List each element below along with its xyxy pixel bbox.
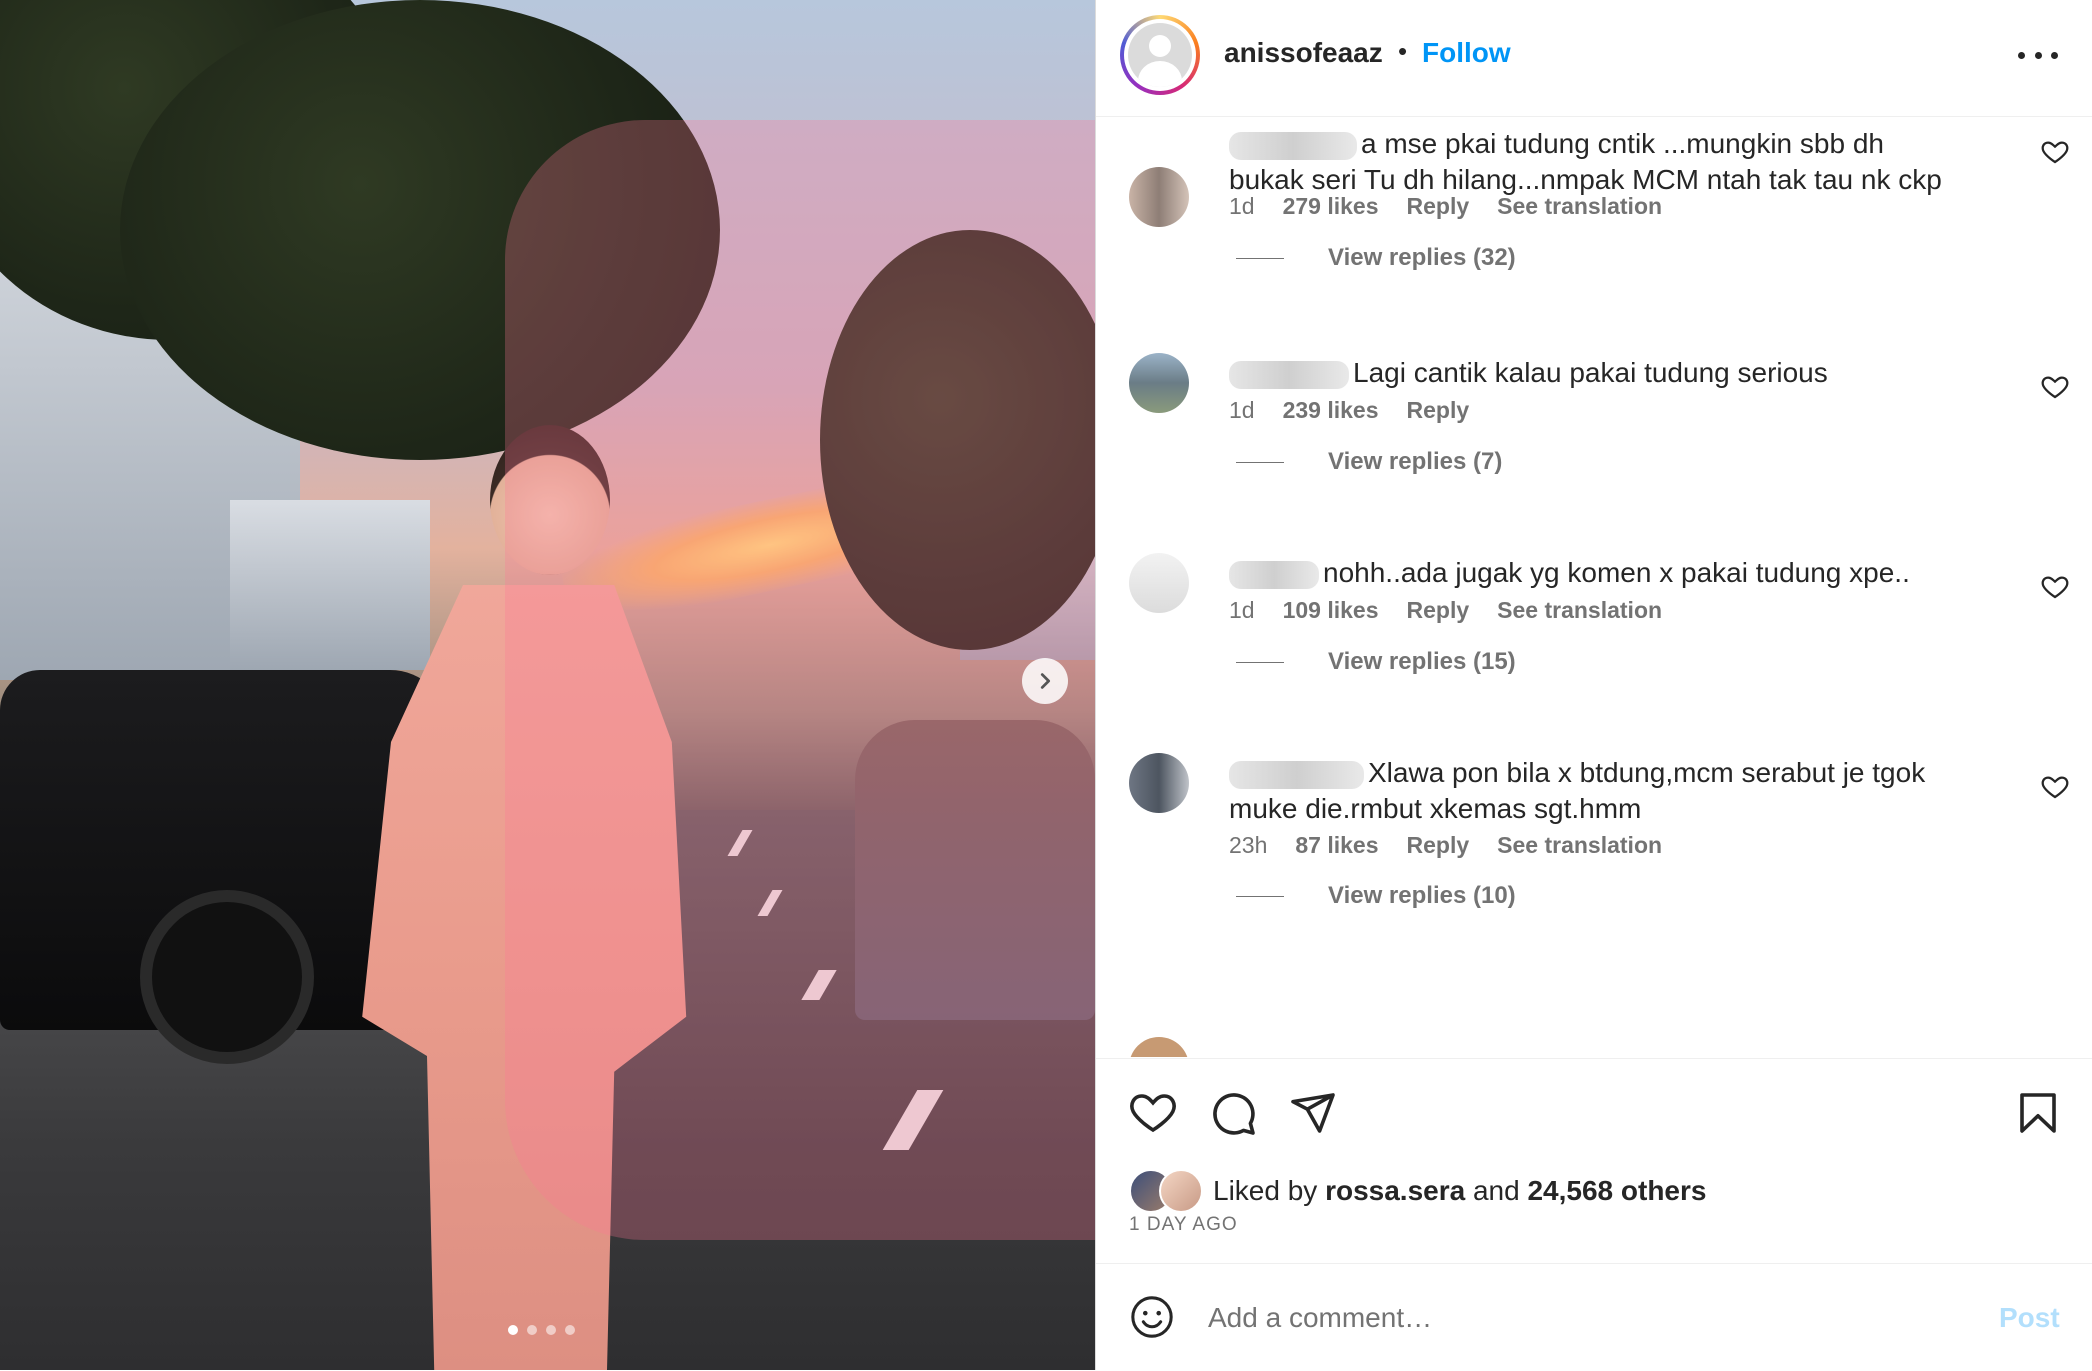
comment-likes[interactable]: 279 likes xyxy=(1283,193,1379,220)
commenter-avatar[interactable] xyxy=(1129,553,1189,613)
post-time-ago[interactable]: 1 DAY AGO xyxy=(1129,1214,1238,1236)
reply-line xyxy=(1236,257,1284,259)
people-group xyxy=(855,720,1095,1020)
woman-head xyxy=(490,425,610,575)
view-replies-button[interactable]: View replies (15) xyxy=(1236,648,1516,676)
comment-likes[interactable]: 87 likes xyxy=(1295,832,1378,859)
reply-button[interactable]: Reply xyxy=(1407,397,1470,424)
post-comment-button[interactable]: Post xyxy=(1999,1302,2060,1334)
comment-text: Lagi cantik kalau pakai tudung serious xyxy=(1229,355,2009,391)
liked-by-user[interactable]: rossa.sera xyxy=(1325,1175,1465,1207)
reply-button[interactable]: Reply xyxy=(1407,597,1470,624)
see-translation-button[interactable]: See translation xyxy=(1497,597,1662,624)
avatar-inner xyxy=(1124,19,1196,91)
reply-line xyxy=(1236,661,1284,663)
comment-text-line: Xlawa pon bila x btdung,mcm serabut je t… xyxy=(1368,757,1926,788)
follow-button[interactable]: Follow xyxy=(1422,37,1511,69)
heart-icon[interactable] xyxy=(2040,572,2070,602)
comment-likes[interactable]: 109 likes xyxy=(1283,597,1379,624)
post-actions: Liked by rossa.sera and 24,568 others 1 … xyxy=(1096,1058,2092,1269)
comment-meta: 1d 109 likes Reply See translation xyxy=(1229,597,1662,624)
comment-time: 23h xyxy=(1229,832,1268,858)
liked-by-conj: and xyxy=(1472,1175,1520,1206)
heart-icon[interactable] xyxy=(2040,772,2070,802)
add-comment-bar: Post xyxy=(1096,1263,2092,1371)
comment-text-line: bukak seri Tu dh hilang...nmpak MCM ntah… xyxy=(1229,164,1942,195)
comment-time: 1d xyxy=(1229,193,1255,219)
liked-by-prefix: Liked by xyxy=(1213,1175,1318,1206)
comment-input[interactable] xyxy=(1206,1292,1970,1344)
blurred-username[interactable] xyxy=(1229,360,1349,389)
comment-text-line: nohh..ada jugak yg komen x pakai tudung … xyxy=(1323,557,1910,588)
separator-dot: • xyxy=(1398,36,1408,66)
reply-button[interactable]: Reply xyxy=(1407,193,1470,220)
commenter-avatar[interactable] xyxy=(1129,1037,1189,1057)
view-replies-label: View replies (15) xyxy=(1328,648,1516,675)
reply-button[interactable]: Reply xyxy=(1407,832,1470,859)
profile-avatar[interactable] xyxy=(1120,15,1200,95)
carousel-dot xyxy=(546,1325,556,1335)
commenter-avatar[interactable] xyxy=(1129,753,1189,813)
comment-likes[interactable]: 239 likes xyxy=(1283,397,1379,424)
liker-avatars[interactable] xyxy=(1129,1169,1205,1213)
see-translation-button[interactable]: See translation xyxy=(1497,193,1662,220)
blurred-username[interactable] xyxy=(1229,560,1319,589)
blurred-username[interactable] xyxy=(1229,131,1357,160)
post-username[interactable]: anissofeaaz xyxy=(1224,37,1383,69)
blurred-username[interactable] xyxy=(1229,760,1364,789)
carousel-dots xyxy=(508,1325,575,1335)
comment-time: 1d xyxy=(1229,397,1255,423)
comment-text-line: muke die.rmbut xkemas sgt.hmm xyxy=(1229,793,1642,824)
comment-meta: 23h 87 likes Reply See translation xyxy=(1229,832,1662,859)
comment-text: a mse pkai tudung cntik ...mungkin sbb d… xyxy=(1229,126,2009,198)
liked-by-others[interactable]: 24,568 others xyxy=(1527,1175,1706,1207)
next-image-button[interactable] xyxy=(1022,658,1068,704)
view-replies-button[interactable]: View replies (7) xyxy=(1236,448,1502,476)
carousel-dot xyxy=(565,1325,575,1335)
commenter-avatar[interactable] xyxy=(1129,167,1189,227)
heart-icon[interactable] xyxy=(2040,137,2070,167)
share-icon[interactable] xyxy=(1289,1089,1337,1137)
liked-by: Liked by rossa.sera and 24,568 others xyxy=(1129,1169,1706,1213)
comment-icon[interactable] xyxy=(1209,1089,1257,1137)
bookmark-icon[interactable] xyxy=(2014,1089,2062,1137)
comments-list[interactable]: a mse pkai tudung cntik ...mungkin sbb d… xyxy=(1096,117,2092,1057)
post-details-panel: anissofeaaz • Follow a mse pkai tudung c… xyxy=(1095,0,2092,1370)
view-replies-label: View replies (10) xyxy=(1328,882,1516,909)
carousel-dot xyxy=(508,1325,518,1335)
carousel-dot xyxy=(527,1325,537,1335)
comment-time: 1d xyxy=(1229,597,1255,623)
default-avatar-icon xyxy=(1128,23,1192,87)
more-icon[interactable] xyxy=(2018,38,2058,72)
tree xyxy=(120,0,720,460)
comment-text: nohh..ada jugak yg komen x pakai tudung … xyxy=(1229,555,2009,591)
emoji-icon[interactable] xyxy=(1129,1294,1175,1340)
comment-text: Xlawa pon bila x btdung,mcm serabut je t… xyxy=(1229,755,2009,827)
post-photo[interactable] xyxy=(0,0,1095,1370)
commenter-avatar[interactable] xyxy=(1129,353,1189,413)
comment-meta: 1d 279 likes Reply See translation xyxy=(1229,193,1662,220)
avatar xyxy=(1159,1169,1203,1213)
background-house xyxy=(230,500,430,670)
reply-line xyxy=(1236,461,1284,463)
view-replies-label: View replies (7) xyxy=(1328,448,1503,475)
see-translation-button[interactable]: See translation xyxy=(1497,832,1662,859)
comment-meta: 1d 239 likes Reply xyxy=(1229,397,1469,424)
chevron-right-icon xyxy=(1040,673,1051,689)
view-replies-button[interactable]: View replies (10) xyxy=(1236,882,1516,910)
truck-wheel xyxy=(140,890,314,1064)
post-header: anissofeaaz • Follow xyxy=(1096,0,2092,117)
heart-icon[interactable] xyxy=(2040,372,2070,402)
comment-text-line: Lagi cantik kalau pakai tudung serious xyxy=(1353,357,1828,388)
view-replies-button[interactable]: View replies (32) xyxy=(1236,244,1516,272)
comment-text-line: a mse pkai tudung cntik ...mungkin sbb d… xyxy=(1361,128,1884,159)
tree xyxy=(820,230,1095,650)
reply-line xyxy=(1236,895,1284,897)
view-replies-label: View replies (32) xyxy=(1328,244,1516,271)
heart-icon[interactable] xyxy=(1129,1089,1177,1137)
